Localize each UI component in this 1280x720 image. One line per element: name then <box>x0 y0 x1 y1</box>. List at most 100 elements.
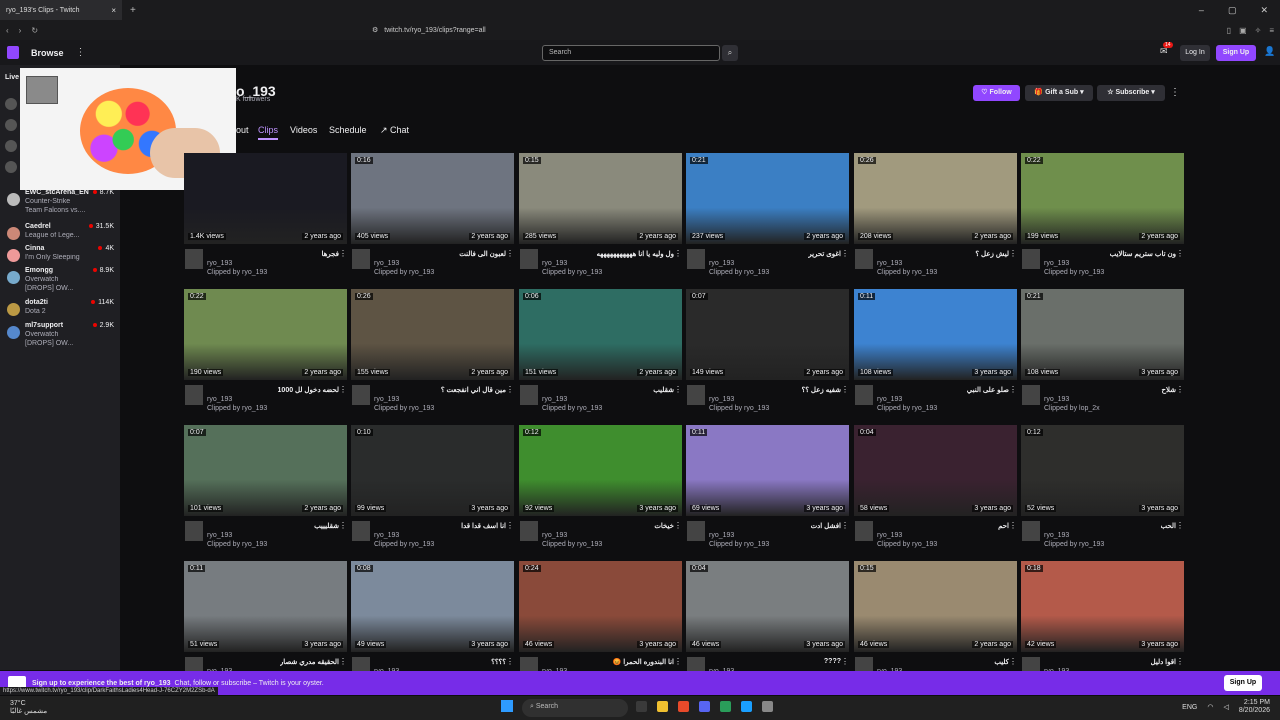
menu-icon[interactable]: ≡ <box>1269 26 1274 35</box>
clip-title[interactable]: شلاح <box>1161 386 1176 394</box>
clip-thumbnail[interactable]: 0:16 405 views 2 years ago <box>351 153 514 244</box>
avatar[interactable] <box>687 249 705 269</box>
new-tab-icon[interactable]: + <box>130 5 136 16</box>
clip-more-icon[interactable]: ⋮ <box>674 521 682 530</box>
clip-clipped-by[interactable]: Clipped by ryo_193 <box>877 269 937 276</box>
clip-more-icon[interactable]: ⋮ <box>506 657 514 666</box>
clip-channel[interactable]: ryo_193 <box>207 396 232 403</box>
clip-title[interactable]: شفيه زعل ؟؟ <box>802 386 841 394</box>
clip-thumbnail[interactable]: 0:04 46 views 3 years ago <box>686 561 849 652</box>
user-icon[interactable]: 👤 <box>1264 46 1275 57</box>
clip-channel[interactable]: ryo_193 <box>709 532 734 539</box>
clip-thumbnail[interactable]: 0:24 46 views 3 years ago <box>519 561 682 652</box>
clip-title[interactable]: انا البندوره الحمرا 😡 <box>613 658 674 666</box>
avatar[interactable] <box>185 249 203 269</box>
clip-title[interactable]: صلو على النبي <box>967 386 1009 394</box>
avatar[interactable] <box>1022 521 1040 541</box>
clip-channel[interactable]: ryo_193 <box>877 396 902 403</box>
clip-title[interactable]: الحب <box>1161 522 1176 530</box>
avatar[interactable] <box>855 385 873 405</box>
clip-more-icon[interactable]: ⋮ <box>841 249 849 258</box>
clip-card[interactable]: 0:24 46 views 3 years ago انا البندوره الحم… <box>519 561 682 689</box>
clip-channel[interactable]: ryo_193 <box>1044 396 1069 403</box>
signup-button[interactable]: Sign Up <box>1216 45 1256 61</box>
clock[interactable]: 2:15 PM 8/20/2026 <box>1239 699 1270 715</box>
clip-more-icon[interactable]: ⋮ <box>339 521 347 530</box>
clip-card[interactable]: 0:21 108 views 3 years ago شلاح ⋮ ryo_193 Clip… <box>1021 289 1184 417</box>
app-icon[interactable] <box>720 701 731 712</box>
clip-clipped-by[interactable]: Clipped by ryo_193 <box>207 541 267 548</box>
search-input[interactable]: Search <box>542 45 720 61</box>
avatar[interactable] <box>1022 385 1040 405</box>
clip-card[interactable]: 0:04 58 views 3 years ago احم ⋮ ryo_193 Clippe… <box>854 425 1017 553</box>
twitch-logo-icon[interactable] <box>7 46 19 59</box>
clip-channel[interactable]: ryo_193 <box>877 260 902 267</box>
clip-clipped-by[interactable]: Clipped by lop_2x <box>1044 405 1100 412</box>
sidebar-channel[interactable]: Caedrel League of Lege... 31.5K <box>0 222 120 246</box>
clip-more-icon[interactable]: ⋮ <box>1009 521 1017 530</box>
clip-title[interactable]: كليب <box>994 658 1009 666</box>
file-explorer-icon[interactable] <box>657 701 668 712</box>
clip-more-icon[interactable]: ⋮ <box>339 657 347 666</box>
clip-channel[interactable]: ryo_193 <box>374 260 399 267</box>
sidebar-channel[interactable]: EWC_stcArena_EN Counter-Strike Team Falc… <box>0 188 120 214</box>
clip-thumbnail[interactable]: 0:08 49 views 3 years ago <box>351 561 514 652</box>
avatar[interactable] <box>520 249 538 269</box>
sidebar-channel[interactable]: ml7support Overwatch [DROPS] OW... 2.9K <box>0 321 120 347</box>
clip-card[interactable]: 0:26 155 views 2 years ago مين قال اني انفج… <box>351 289 514 417</box>
subscribe-button[interactable]: ☆ Subscribe ▾ <box>1097 85 1165 101</box>
clip-card[interactable]: 0:06 151 views 2 years ago شقليب ⋮ ryo_193 Cli… <box>519 289 682 417</box>
brave-browser-icon[interactable] <box>678 701 689 712</box>
clip-clipped-by[interactable]: Clipped by ryo_193 <box>374 405 434 412</box>
avatar[interactable] <box>520 385 538 405</box>
clip-thumbnail[interactable]: 0:12 92 views 3 years ago <box>519 425 682 516</box>
forward-icon[interactable]: › <box>19 26 22 35</box>
clip-title[interactable]: شقليييب <box>314 522 339 530</box>
tab-chat[interactable]: ↗ Chat <box>380 125 409 136</box>
banner-signup-button[interactable]: Sign Up <box>1224 675 1262 691</box>
clip-title[interactable]: ???? <box>824 658 841 665</box>
clip-title[interactable]: ول وليه يا انا هههههههههههه <box>597 250 674 258</box>
clip-clipped-by[interactable]: Clipped by ryo_193 <box>207 405 267 412</box>
clip-more-icon[interactable]: ⋮ <box>1009 385 1017 394</box>
clip-channel[interactable]: ryo_193 <box>542 260 567 267</box>
settings-icon[interactable] <box>762 701 773 712</box>
clip-thumbnail[interactable]: 1.4K views 2 years ago <box>184 153 347 244</box>
clip-channel[interactable]: ryo_193 <box>207 532 232 539</box>
clip-title[interactable]: فجرها <box>321 250 339 258</box>
tab-videos[interactable]: Videos <box>290 125 317 135</box>
clip-title[interactable]: احم <box>998 522 1009 530</box>
clip-title[interactable]: لعبون الى فالنت <box>459 250 506 258</box>
clip-title[interactable]: لحضه دخول لل 1000 <box>278 386 339 394</box>
weather-widget[interactable]: 37°C مشمس غالبًا <box>10 700 47 716</box>
clip-thumbnail[interactable]: 0:26 155 views 2 years ago <box>351 289 514 380</box>
clip-thumbnail[interactable]: 0:18 42 views 3 years ago <box>1021 561 1184 652</box>
volume-icon[interactable]: ◁ <box>1223 703 1228 711</box>
clip-title[interactable]: اقوا دليل <box>1151 658 1176 666</box>
clip-thumbnail[interactable]: 0:26 208 views 2 years ago <box>854 153 1017 244</box>
tab-clips[interactable]: Clips <box>258 125 279 140</box>
avatar[interactable] <box>1022 249 1040 269</box>
clip-channel[interactable]: ryo_193 <box>709 396 734 403</box>
clip-more-icon[interactable]: ⋮ <box>841 385 849 394</box>
sidebar-channel[interactable]: Cinna I'm Only Sleeping 4K <box>0 244 120 268</box>
clip-card[interactable]: 0:1546 views2 years agoكليب⋮ryo_193 <box>854 561 1017 689</box>
avatar[interactable] <box>5 98 17 110</box>
clip-card[interactable]: 0:07 149 views 2 years ago شفيه زعل ؟؟ ⋮ ryo_… <box>686 289 849 417</box>
sidebar-channel[interactable]: Emongg Overwatch [DROPS] OW... 8.9K <box>0 266 120 292</box>
clip-more-icon[interactable]: ⋮ <box>674 249 682 258</box>
clip-card[interactable]: 0:26 208 views 2 years ago ليش زعل ؟ ⋮ ryo_19… <box>854 153 1017 281</box>
clip-title[interactable]: شقليب <box>653 386 674 394</box>
clip-thumbnail[interactable]: 0:12 52 views 3 years ago <box>1021 425 1184 516</box>
wifi-icon[interactable]: ◠ <box>1207 703 1213 711</box>
avatar[interactable] <box>855 521 873 541</box>
clip-clipped-by[interactable]: Clipped by ryo_193 <box>877 405 937 412</box>
avatar[interactable] <box>687 521 705 541</box>
clip-thumbnail[interactable]: 0:06 151 views 2 years ago <box>519 289 682 380</box>
clip-clipped-by[interactable]: Clipped by ryo_193 <box>1044 541 1104 548</box>
browse-link[interactable]: Browse <box>31 48 64 58</box>
clip-card[interactable]: 0:07 101 views 2 years ago شقليييب ⋮ ryo_193 C… <box>184 425 347 553</box>
close-window-icon[interactable]: ✕ <box>1260 5 1268 16</box>
follow-button[interactable]: ♡ Follow <box>973 85 1020 101</box>
clip-thumbnail[interactable]: 0:07 101 views 2 years ago <box>184 425 347 516</box>
